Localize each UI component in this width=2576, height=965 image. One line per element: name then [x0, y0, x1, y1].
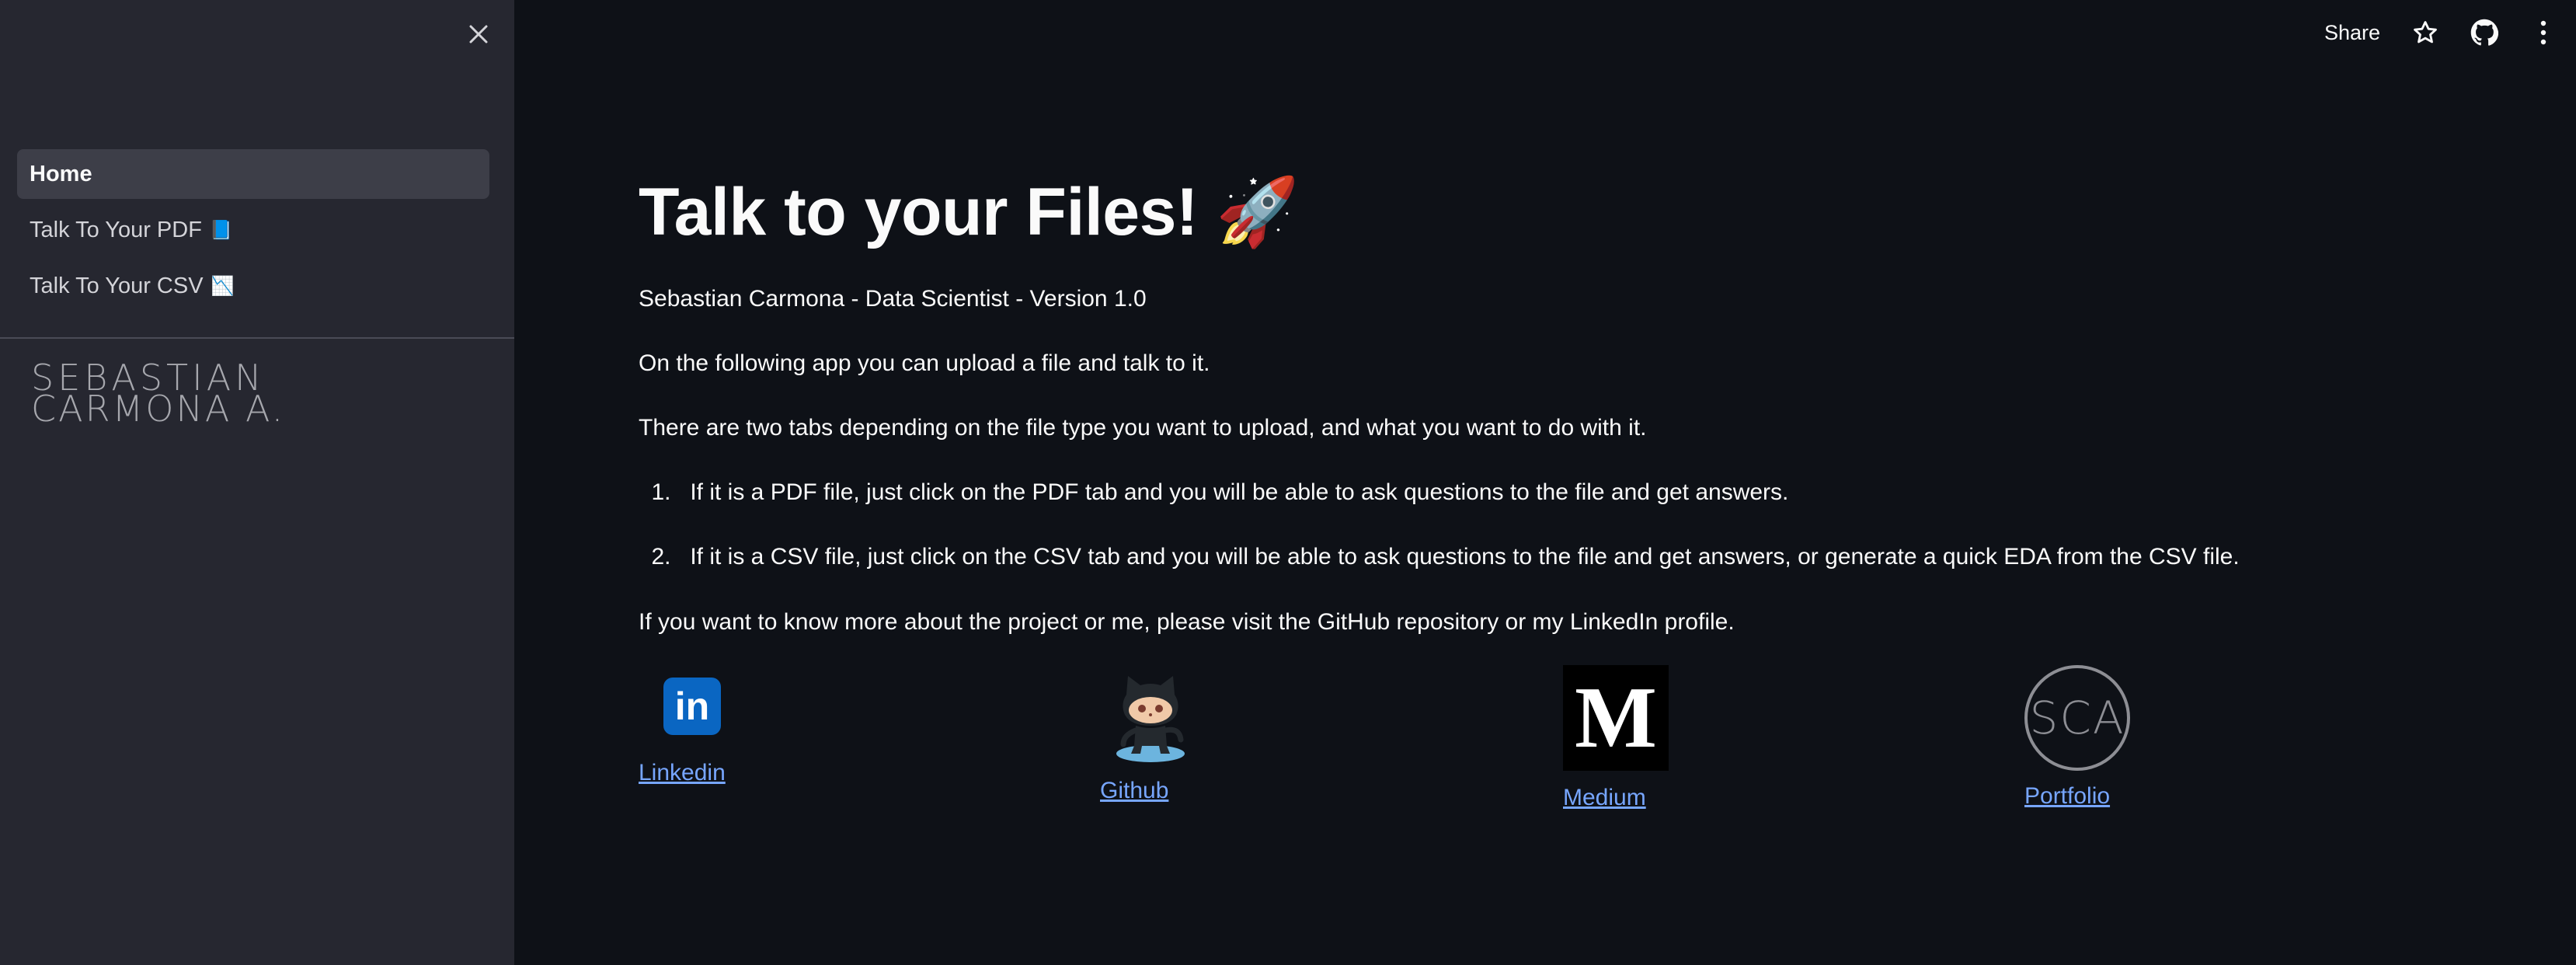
list-item: 1. If it is a PDF file, just click on th… [639, 479, 1788, 506]
star-button[interactable] [2411, 19, 2439, 47]
intro-text: On the following app you can upload a fi… [639, 350, 1210, 376]
list-text: If it is a PDF file, just click on the P… [690, 479, 1789, 505]
close-icon [469, 25, 488, 44]
star-icon [2414, 21, 2437, 44]
sidebar-divider [0, 337, 514, 339]
app-root: Home Talk To Your PDF 📘 Talk To Your CSV… [0, 0, 2576, 965]
blue-book-icon: 📘 [209, 219, 233, 241]
linkedin-icon[interactable]: in [663, 678, 721, 735]
sidebar-item-label: Talk To Your CSV [30, 273, 204, 298]
page-title: Talk to your Files! 🚀 [639, 175, 1300, 249]
sidebar-item-label: Home [30, 161, 92, 186]
byline: Sebastian Carmona - Data Scientist - Ver… [639, 286, 1147, 312]
top-toolbar: Share [2324, 12, 2557, 53]
sidebar: Home Talk To Your PDF 📘 Talk To Your CSV… [0, 0, 514, 965]
portfolio-logo-icon[interactable]: SCA [2024, 665, 2130, 771]
portfolio-link[interactable]: Portfolio [2024, 783, 2130, 810]
list-text: If it is a CSV file, just click on the C… [690, 544, 2240, 570]
sidebar-item-label: Talk To Your PDF [30, 217, 202, 242]
linkedin-card: in Linkedin [639, 665, 726, 786]
github-card: Github [1100, 665, 1201, 804]
portfolio-card: SCA Portfolio [2024, 665, 2130, 810]
tabs-description: There are two tabs depending on the file… [639, 415, 1647, 441]
list-number: 1. [651, 479, 671, 505]
octocat-icon[interactable] [1100, 665, 1201, 766]
sidebar-nav: Home Talk To Your PDF 📘 Talk To Your CSV… [17, 149, 489, 317]
medium-card: M Medium [1563, 665, 1669, 811]
github-icon [2470, 19, 2498, 46]
list-number: 2. [651, 544, 671, 570]
share-button[interactable]: Share [2324, 21, 2380, 45]
medium-icon[interactable]: M [1563, 665, 1669, 771]
chart-decreasing-icon: 📉 [211, 275, 235, 297]
outro-text: If you want to know more about the proje… [639, 609, 1735, 635]
medium-link[interactable]: Medium [1563, 785, 1669, 811]
logo-line-2: CARMONA A. [31, 388, 286, 430]
social-links: in Linkedin Github M Medium SCA Portfoli… [639, 665, 2519, 844]
github-button[interactable] [2470, 19, 2498, 47]
kebab-menu-icon [2540, 20, 2546, 45]
close-sidebar-button[interactable] [463, 19, 494, 50]
sidebar-item-talk-to-csv[interactable]: Talk To Your CSV 📉 [17, 261, 489, 311]
list-item: 2. If it is a CSV file, just click on th… [639, 544, 2240, 570]
linkedin-link[interactable]: Linkedin [639, 760, 726, 786]
sidebar-logo: SEBASTIAN CARMONA A. [31, 360, 286, 430]
main-menu-button[interactable] [2529, 19, 2557, 47]
sidebar-item-home[interactable]: Home [17, 149, 489, 199]
sidebar-item-talk-to-pdf[interactable]: Talk To Your PDF 📘 [17, 205, 489, 255]
github-link[interactable]: Github [1100, 778, 1201, 804]
